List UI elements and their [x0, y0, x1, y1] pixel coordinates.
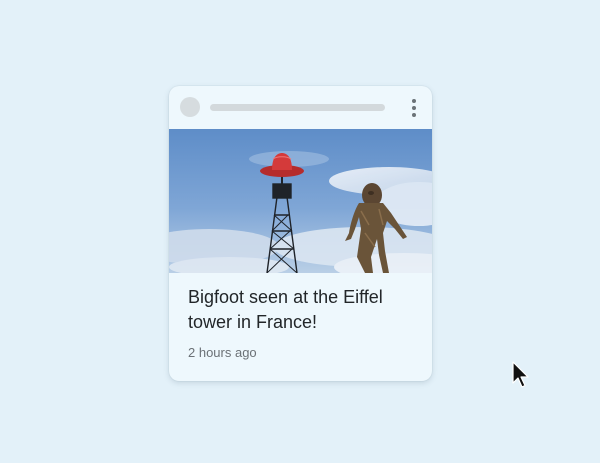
- card-header: [169, 86, 432, 129]
- card-body: Bigfoot seen at the Eiffel tower in Fran…: [188, 285, 418, 361]
- more-options-button[interactable]: [405, 96, 423, 120]
- news-card[interactable]: Bigfoot seen at the Eiffel tower in Fran…: [169, 86, 432, 381]
- timestamp: 2 hours ago: [188, 345, 257, 360]
- mouse-pointer-icon: [512, 361, 529, 388]
- avatar-placeholder: [180, 97, 200, 117]
- card-image[interactable]: [169, 129, 432, 273]
- source-name-placeholder: [210, 104, 385, 111]
- headline[interactable]: Bigfoot seen at the Eiffel tower in Fran…: [188, 285, 418, 335]
